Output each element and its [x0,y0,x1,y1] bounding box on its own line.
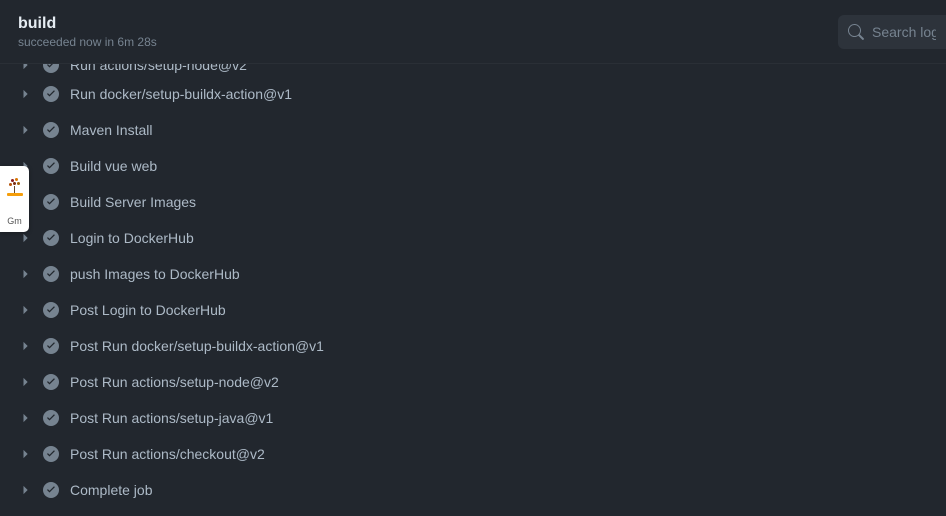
search-icon [848,24,864,40]
step-row[interactable]: Build Server Images [0,184,946,220]
step-label: push Images to DockerHub [70,266,240,282]
chevron-right-icon [18,64,34,73]
search-box[interactable] [838,15,946,49]
step-label: Post Run actions/setup-node@v2 [70,374,279,390]
check-circle-icon [42,193,60,211]
chevron-right-icon [18,86,34,102]
check-circle-icon [42,481,60,499]
step-label: Post Login to DockerHub [70,302,226,318]
check-circle-icon [42,229,60,247]
step-label: Run actions/setup-node@v2 [70,64,247,73]
check-circle-icon [42,265,60,283]
search-input[interactable] [872,24,936,40]
extension-tab[interactable]: Gm [0,166,29,232]
step-label: Maven Install [70,122,152,138]
chevron-right-icon [18,410,34,426]
step-row[interactable]: Login to DockerHub [0,220,946,256]
step-label: Build vue web [70,158,157,174]
step-row[interactable]: Post Run actions/setup-node@v2 [0,364,946,400]
chevron-right-icon [18,446,34,462]
step-row[interactable]: Maven Install [0,112,946,148]
tree-icon [5,176,25,196]
step-row[interactable]: Build vue web [0,148,946,184]
log-viewer: build succeeded now in 6m 28s Run action… [0,0,946,516]
chevron-right-icon [18,122,34,138]
step-row[interactable]: Post Run actions/checkout@v2 [0,436,946,472]
check-circle-icon [42,373,60,391]
chevron-right-icon [18,374,34,390]
step-row[interactable]: Run actions/setup-node@v2 [0,64,946,76]
chevron-right-icon [18,338,34,354]
check-circle-icon [42,64,60,74]
step-row[interactable]: Run docker/setup-buildx-action@v1 [0,76,946,112]
step-row[interactable]: Post Run actions/setup-java@v1 [0,400,946,436]
step-row[interactable]: Post Login to DockerHub [0,292,946,328]
check-circle-icon [42,85,60,103]
chevron-right-icon [18,302,34,318]
check-circle-icon [42,121,60,139]
check-circle-icon [42,337,60,355]
step-row[interactable]: Post Run docker/setup-buildx-action@v1 [0,328,946,364]
step-label: Post Run docker/setup-buildx-action@v1 [70,338,324,354]
check-circle-icon [42,445,60,463]
step-label: Build Server Images [70,194,196,210]
title-block: build succeeded now in 6m 28s [18,15,157,49]
header: build succeeded now in 6m 28s [0,0,946,64]
job-status-line: succeeded now in 6m 28s [18,35,157,49]
step-label: Post Run actions/setup-java@v1 [70,410,273,426]
check-circle-icon [42,157,60,175]
step-label: Run docker/setup-buildx-action@v1 [70,86,292,102]
step-row[interactable]: Complete job [0,472,946,508]
check-circle-icon [42,409,60,427]
step-label: Complete job [70,482,153,498]
steps-container: Run actions/setup-node@v2 Run docker/setu… [0,64,946,516]
chevron-right-icon [18,230,34,246]
chevron-right-icon [18,266,34,282]
check-circle-icon [42,301,60,319]
step-label: Post Run actions/checkout@v2 [70,446,265,462]
extension-tab-label: Gm [7,216,22,226]
chevron-right-icon [18,482,34,498]
step-row[interactable]: push Images to DockerHub [0,256,946,292]
step-label: Login to DockerHub [70,230,194,246]
job-title: build [18,15,157,33]
